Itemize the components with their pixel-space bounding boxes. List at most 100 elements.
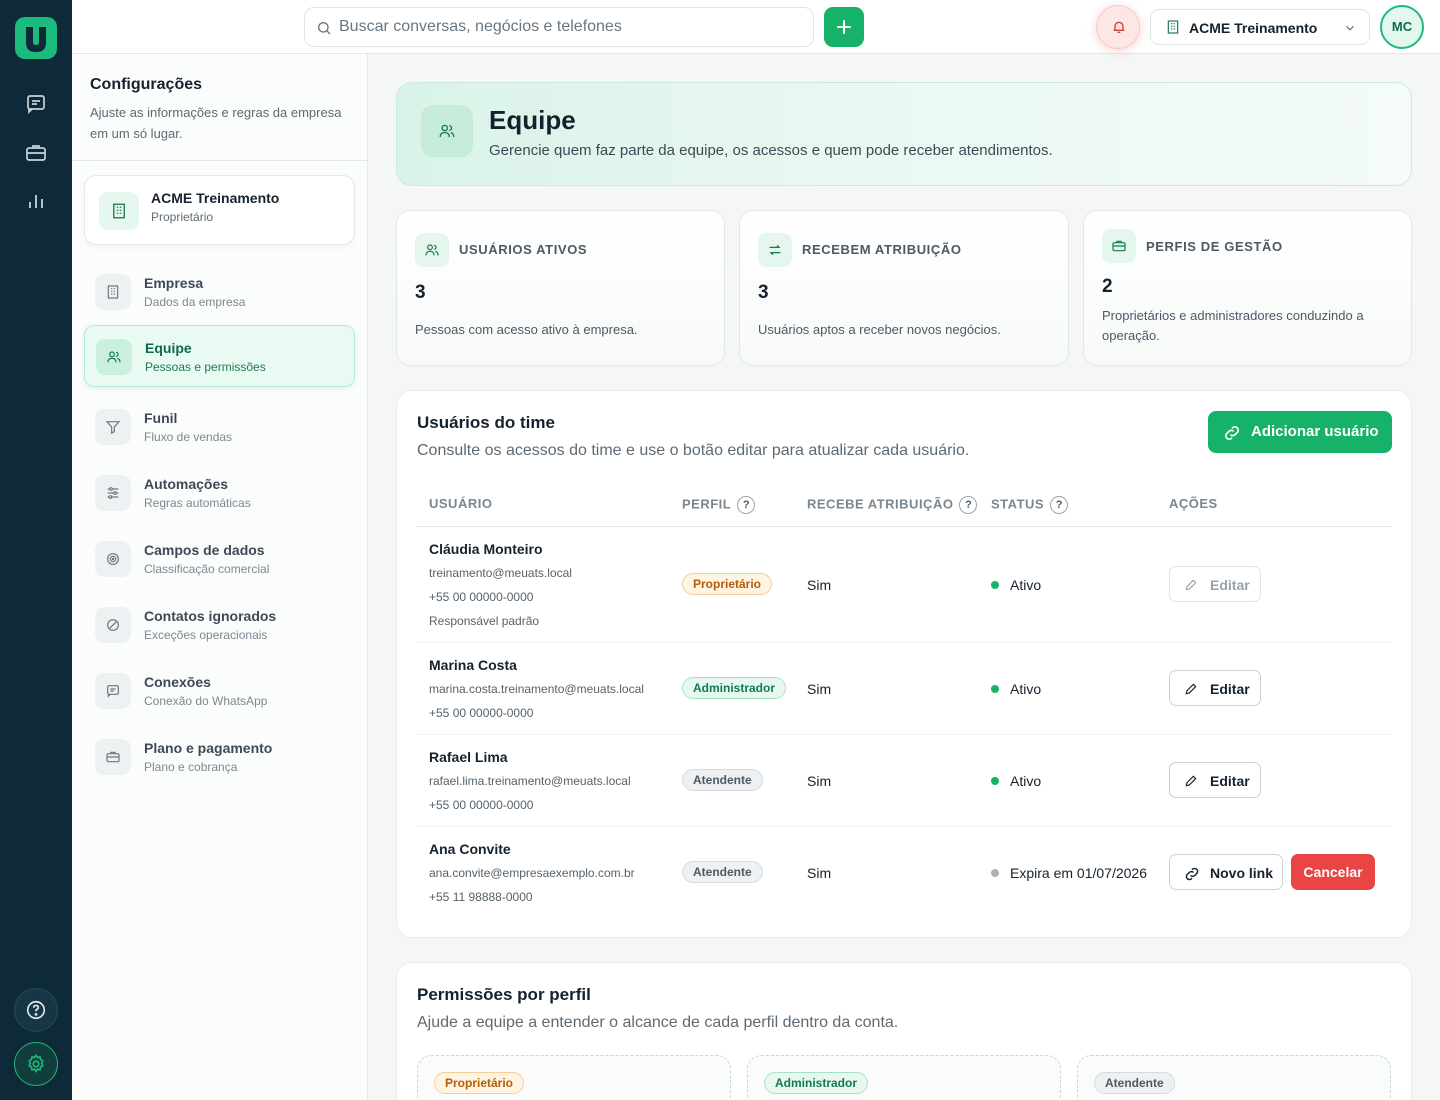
column-header-profile: PERFIL?	[682, 496, 756, 514]
user-phone: +55 00 00000-0000	[429, 798, 534, 812]
notifications-button[interactable]	[1096, 5, 1140, 49]
divider	[417, 526, 1392, 527]
section-title: Permissões por perfil	[417, 985, 591, 1004]
stat-description: Proprietários e administradores conduzin…	[1102, 308, 1364, 343]
user-name: Ana Convite	[429, 841, 511, 857]
plus-icon	[837, 20, 851, 34]
add-user-button[interactable]: Adicionar usuário	[1208, 411, 1392, 453]
column-header-user: USUÁRIO	[429, 496, 493, 511]
briefcase-icon[interactable]	[24, 141, 48, 165]
status-text: Ativo	[1010, 577, 1042, 593]
new-link-button[interactable]: Novo link	[1169, 854, 1283, 890]
app-rail	[0, 0, 72, 1100]
avatar[interactable]: MC	[1380, 5, 1424, 49]
users-icon	[415, 233, 449, 267]
user-phone: +55 11 98888-0000	[429, 890, 533, 904]
user-note: Responsável padrão	[429, 614, 540, 628]
permission-card-owner: Proprietário	[417, 1055, 731, 1100]
role-badge: Proprietário	[682, 573, 773, 595]
bar-chart-icon[interactable]	[24, 189, 48, 213]
sidebar-item-plano[interactable]: Plano e pagamento Plano e cobrança	[84, 726, 355, 788]
block-icon	[95, 607, 131, 643]
help-icon[interactable]: ?	[737, 496, 756, 514]
status-text: Expira em 01/07/2026	[1010, 865, 1147, 881]
role-badge: Administrador	[764, 1072, 869, 1094]
edit-label: Editar	[1210, 773, 1250, 789]
user-email: marina.costa.treinamento@meuats.local	[429, 682, 644, 696]
company-select[interactable]: ACME Treinamento	[1150, 9, 1370, 45]
building-icon	[99, 192, 139, 230]
building-icon	[1167, 20, 1179, 34]
page-header: Equipe Gerencie quem faz parte da equipe…	[396, 82, 1412, 186]
assignment-value: Sim	[807, 865, 832, 881]
org-card: ACME Treinamento Proprietário	[84, 175, 355, 245]
stat-card-management: PERFIS DE GESTÃO 2 Proprietários e admin…	[1083, 210, 1412, 366]
section-subtitle: Consulte os acessos do time e use o botã…	[417, 442, 970, 459]
sidebar-description: Ajuste as informações e regras da empres…	[90, 105, 342, 141]
search-icon	[318, 22, 331, 35]
app-logo[interactable]	[15, 17, 57, 59]
sidebar-item-conexoes[interactable]: Conexões Conexão do WhatsApp	[84, 660, 355, 722]
sidebar-title: Configurações	[90, 76, 203, 93]
pencil-icon	[1185, 775, 1197, 787]
stat-card-assignment: RECEBEM ATRIBUIÇÃO 3 Usuários aptos a re…	[739, 210, 1069, 366]
section-title: Usuários do time	[417, 413, 555, 432]
page-title: Equipe	[489, 105, 576, 135]
edit-label: Editar	[1210, 681, 1250, 697]
edit-button[interactable]: Editar	[1169, 670, 1261, 706]
help-icon[interactable]	[14, 988, 58, 1032]
create-button[interactable]	[824, 7, 864, 47]
stat-label: USUÁRIOS ATIVOS	[459, 242, 588, 257]
sidebar-item-campos[interactable]: Campos de dados Classificação comercial	[84, 528, 355, 590]
search-input[interactable]	[339, 8, 799, 46]
permissions-panel: Permissões por perfil Ajude a equipe a e…	[396, 962, 1412, 1100]
stat-description: Pessoas com acesso ativo à empresa.	[415, 322, 638, 337]
sidebar-item-label: Conexões	[144, 674, 211, 690]
target-icon	[95, 541, 131, 577]
stat-value: 3	[415, 282, 426, 303]
sidebar-item-automacoes[interactable]: Automações Regras automáticas	[84, 462, 355, 524]
role-badge: Atendente	[682, 861, 763, 883]
sidebar-item-contatos-ignorados[interactable]: Contatos ignorados Exceções operacionais	[84, 594, 355, 656]
cancel-invite-button[interactable]: Cancelar	[1291, 854, 1375, 890]
stat-value: 3	[758, 282, 769, 303]
company-name: ACME Treinamento	[1189, 20, 1318, 36]
stat-label: PERFIS DE GESTÃO	[1146, 239, 1283, 254]
column-header-label: PERFIL	[682, 496, 732, 512]
chat-icon	[95, 673, 131, 709]
assignment-value: Sim	[807, 577, 832, 593]
sidebar-item-sub: Plano e cobrança	[144, 760, 238, 774]
users-icon	[421, 105, 473, 157]
permission-card-admin: Administrador	[747, 1055, 1061, 1100]
sidebar-item-label: Funil	[144, 410, 178, 426]
status-text: Ativo	[1010, 681, 1042, 697]
user-name: Marina Costa	[429, 657, 517, 673]
assignment-value: Sim	[807, 681, 832, 697]
sidebar-item-funil[interactable]: Funil Fluxo de vendas	[84, 396, 355, 458]
sidebar-item-equipe[interactable]: Equipe Pessoas e permissões	[84, 325, 355, 387]
user-phone: +55 00 00000-0000	[429, 590, 534, 604]
column-header-assignment: RECEBE ATRIBUIÇÃO?	[807, 496, 978, 514]
building-icon	[95, 274, 131, 310]
pencil-icon	[1185, 683, 1197, 695]
section-subtitle: Ajude a equipe a entender o alcance de c…	[417, 1014, 899, 1031]
chat-icon[interactable]	[24, 92, 48, 116]
edit-button[interactable]: Editar	[1169, 762, 1261, 798]
help-icon[interactable]: ?	[1050, 496, 1069, 514]
new-link-label: Novo link	[1210, 865, 1274, 881]
user-name: Rafael Lima	[429, 749, 508, 765]
gear-icon[interactable]	[14, 1042, 58, 1086]
divider	[72, 160, 367, 161]
sidebar-item-label: Equipe	[145, 340, 192, 356]
search-box[interactable]	[304, 7, 814, 47]
briefcase-icon	[1102, 229, 1136, 263]
sidebar-item-sub: Dados da empresa	[144, 295, 246, 309]
sidebar-item-sub: Conexão do WhatsApp	[144, 694, 268, 708]
sidebar-item-empresa[interactable]: Empresa Dados da empresa	[84, 261, 355, 323]
stat-value: 2	[1102, 276, 1113, 297]
edit-label: Editar	[1210, 577, 1250, 593]
link-icon	[1185, 867, 1199, 881]
help-icon[interactable]: ?	[959, 496, 978, 514]
column-header-label: RECEBE ATRIBUIÇÃO	[807, 496, 954, 512]
edit-button[interactable]: Editar	[1169, 566, 1261, 602]
